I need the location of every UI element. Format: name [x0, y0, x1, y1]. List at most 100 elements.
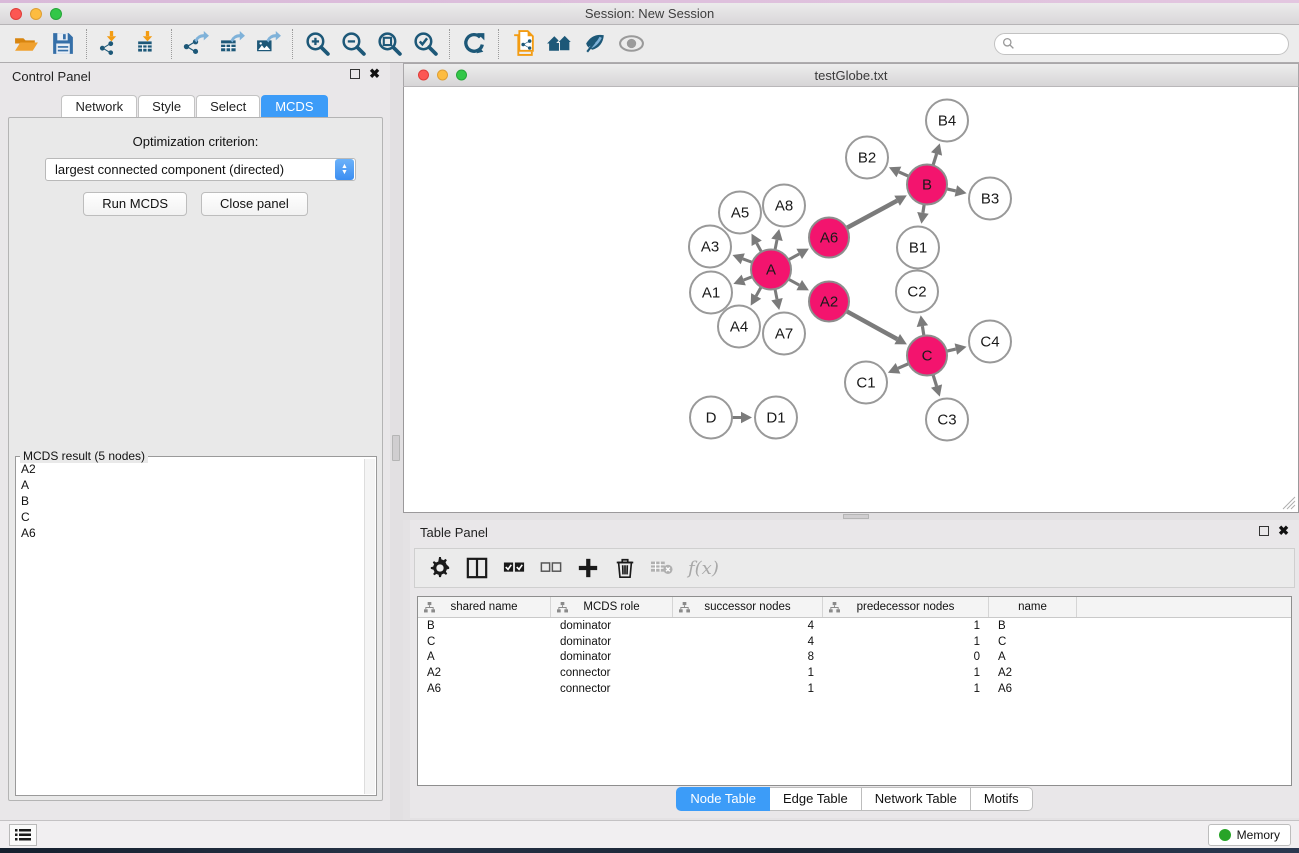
graph-node-C3[interactable]: C3 [926, 399, 968, 441]
memory-button[interactable]: Memory [1208, 824, 1291, 846]
table-rows: Bdominator41BCdominator41CAdominator80AA… [418, 618, 1291, 697]
import-table-icon[interactable] [129, 29, 165, 59]
network-graph[interactable]: B4 B2 B B3 A8A5 A6 A3 B1 A A1 C2 A2 A4A7 C4 C C1 C3 D D1 [404, 87, 1298, 512]
tab-style[interactable]: Style [138, 95, 195, 118]
network-window-titlebar[interactable]: testGlobe.txt [403, 63, 1299, 87]
zoom-in-icon[interactable] [299, 29, 335, 59]
optimization-criterion-dropdown[interactable]: largest connected component (directed) ▲… [45, 158, 356, 181]
node-table[interactable]: shared nameMCDS rolesuccessor nodesprede… [417, 596, 1292, 786]
result-item[interactable]: B [21, 493, 364, 509]
open-folder-icon[interactable] [8, 29, 44, 59]
vertical-splitter[interactable] [390, 63, 403, 820]
graph-node-A6[interactable]: A6 [809, 218, 849, 258]
graph-node-A2[interactable]: A2 [809, 282, 849, 322]
search-field[interactable] [994, 33, 1289, 55]
zoom-window-button[interactable] [50, 8, 62, 20]
table-row[interactable]: Bdominator41B [418, 618, 1291, 634]
graph-node-B1[interactable]: B1 [897, 227, 939, 269]
graph-node-A4[interactable]: A4 [718, 306, 760, 348]
horizontal-splitter[interactable] [403, 513, 1299, 520]
tab-network-table[interactable]: Network Table [862, 787, 971, 811]
tab-motifs[interactable]: Motifs [971, 787, 1033, 811]
graph-node-B4[interactable]: B4 [926, 100, 968, 142]
run-mcds-button[interactable]: Run MCDS [83, 192, 187, 216]
save-icon[interactable] [44, 29, 80, 59]
columns-icon[interactable] [466, 557, 488, 579]
checked-boxes-icon[interactable] [503, 557, 525, 579]
graph-node-C2[interactable]: C2 [896, 271, 938, 313]
float-panel-icon[interactable] [350, 69, 360, 79]
network-window-title: testGlobe.txt [815, 68, 888, 83]
graph-node-B2[interactable]: B2 [846, 137, 888, 179]
zoom-out-icon[interactable] [335, 29, 371, 59]
svg-text:C: C [922, 348, 933, 365]
network-file-icon[interactable] [505, 29, 541, 59]
result-scrollbar[interactable] [364, 459, 375, 794]
zoom-fit-icon[interactable] [371, 29, 407, 59]
eye-icon[interactable] [613, 29, 649, 59]
delete-table-icon[interactable] [651, 557, 673, 579]
import-network-icon[interactable] [93, 29, 129, 59]
toggle-graphics-icon[interactable] [577, 29, 613, 59]
graph-node-A8[interactable]: A8 [763, 185, 805, 227]
network-canvas[interactable]: B4 B2 B B3 A8A5 A6 A3 B1 A A1 C2 A2 A4A7 C4 C C1 C3 D D1 [403, 87, 1299, 513]
svg-text:D1: D1 [766, 410, 785, 427]
column-header-shared-name[interactable]: shared name [418, 597, 551, 617]
table-row[interactable]: A6connector11A6 [418, 681, 1291, 697]
zoom-network-window-button[interactable] [456, 70, 467, 81]
column-header-predecessor-nodes[interactable]: predecessor nodes [823, 597, 989, 617]
function-builder-icon[interactable]: f(x) [688, 558, 719, 579]
graph-node-C[interactable]: C [907, 336, 947, 376]
gear-icon[interactable] [429, 557, 451, 579]
column-header-name[interactable]: name [989, 597, 1077, 617]
result-item[interactable]: A6 [21, 525, 364, 541]
table-row[interactable]: A2connector11A2 [418, 665, 1291, 681]
result-item[interactable]: A [21, 477, 364, 493]
splitter-handle[interactable] [843, 514, 869, 519]
graph-node-D[interactable]: D [690, 397, 732, 439]
tab-edge-table[interactable]: Edge Table [770, 787, 862, 811]
graph-node-A[interactable]: A [751, 250, 791, 290]
minimize-window-button[interactable] [30, 8, 42, 20]
result-item[interactable]: C [21, 509, 364, 525]
close-panel-button[interactable]: Close panel [201, 192, 308, 216]
unchecked-boxes-icon[interactable] [540, 557, 562, 579]
refresh-icon[interactable] [456, 29, 492, 59]
graph-node-A5[interactable]: A5 [719, 192, 761, 234]
minimize-network-window-button[interactable] [437, 70, 448, 81]
task-history-button[interactable] [9, 824, 37, 846]
graph-node-A3[interactable]: A3 [689, 226, 731, 268]
export-image-icon[interactable] [250, 29, 286, 59]
plus-icon[interactable] [577, 557, 599, 579]
graph-node-C1[interactable]: C1 [845, 362, 887, 404]
tab-node-table[interactable]: Node Table [676, 787, 770, 811]
graph-node-A1[interactable]: A1 [690, 272, 732, 314]
zoom-selected-icon[interactable] [407, 29, 443, 59]
home-icon[interactable] [541, 29, 577, 59]
close-panel-icon[interactable]: ✖ [369, 69, 380, 79]
graph-node-C4[interactable]: C4 [969, 321, 1011, 363]
mcds-result-list[interactable]: A2ABCA6 [17, 459, 364, 794]
resize-grip-icon[interactable] [1282, 496, 1296, 510]
tab-select[interactable]: Select [196, 95, 260, 118]
close-network-window-button[interactable] [418, 70, 429, 81]
export-network-icon[interactable] [178, 29, 214, 59]
graph-node-B[interactable]: B [907, 165, 947, 205]
export-table-icon[interactable] [214, 29, 250, 59]
close-window-button[interactable] [10, 8, 22, 20]
table-row[interactable]: Cdominator41C [418, 634, 1291, 650]
table-row[interactable]: Adominator80A [418, 650, 1291, 666]
close-panel-icon[interactable]: ✖ [1278, 526, 1289, 536]
graph-node-B3[interactable]: B3 [969, 178, 1011, 220]
column-header-MCDS-role[interactable]: MCDS role [551, 597, 673, 617]
trash-icon[interactable] [614, 557, 636, 579]
graph-node-A7[interactable]: A7 [763, 313, 805, 355]
graph-node-D1[interactable]: D1 [755, 397, 797, 439]
result-item[interactable]: A2 [21, 461, 364, 477]
tab-mcds[interactable]: MCDS [261, 95, 327, 118]
tab-network[interactable]: Network [61, 95, 137, 118]
splitter-handle[interactable] [392, 435, 400, 461]
float-panel-icon[interactable] [1259, 526, 1269, 536]
search-input[interactable] [1015, 35, 1288, 53]
column-header-successor-nodes[interactable]: successor nodes [673, 597, 823, 617]
